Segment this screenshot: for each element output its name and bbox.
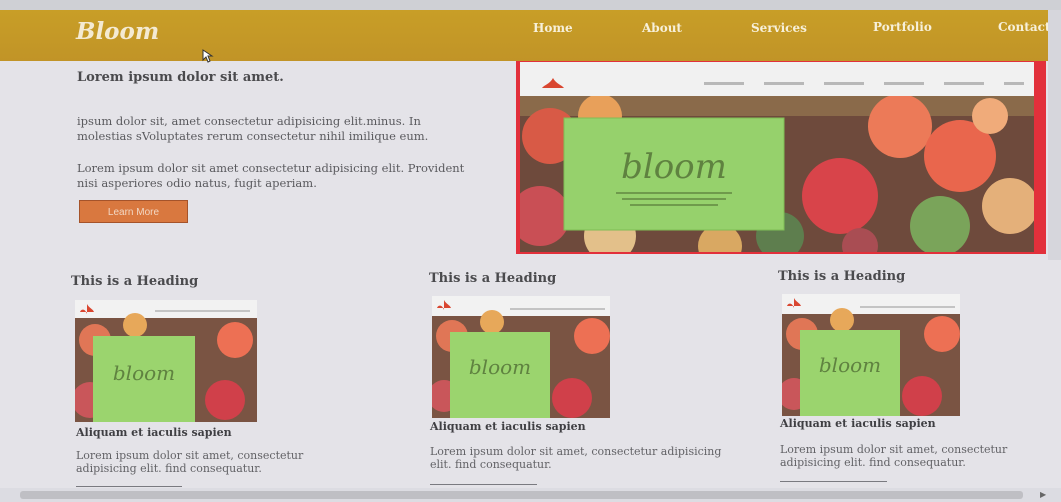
card-text: Lorem ipsum dolor sit amet, consectetur …	[780, 443, 1008, 469]
card-image-wordmark: bloom	[469, 355, 531, 379]
card-subheading: Aliquam et iaculis sapien	[430, 420, 586, 433]
flower-logo-icon	[542, 78, 564, 88]
flowers-image: bloom	[75, 300, 257, 422]
scroll-right-arrow-icon[interactable]: ▶	[1040, 490, 1046, 499]
flowers-image: bloom	[520, 96, 1034, 252]
card-divider	[76, 486, 182, 487]
mock-nav-links	[704, 82, 1024, 85]
nav-about[interactable]: About	[642, 21, 682, 35]
hero-paragraph: ipsum dolor sit, amet consectetur adipis…	[77, 114, 429, 143]
mouse-cursor-icon	[202, 49, 214, 63]
flowers-image: bloom	[432, 296, 610, 418]
navbar: Bloom Home About Services Portfolio Cont…	[0, 10, 1050, 61]
card-text: Lorem ipsum dolor sit amet, consectetur …	[430, 445, 722, 471]
horizontal-scrollbar[interactable]: ▶	[0, 488, 1061, 502]
card-thumbnail: bloom	[75, 300, 257, 422]
mock-nav-bar	[520, 62, 1034, 96]
nav-home[interactable]: Home	[533, 21, 573, 35]
nav-services[interactable]: Services	[751, 21, 807, 35]
hero-image-wordmark: bloom	[621, 147, 727, 187]
learn-more-button[interactable]: Learn More	[79, 200, 188, 223]
card-divider	[780, 481, 887, 482]
card-heading: This is a Heading	[71, 274, 199, 289]
card-text: Lorem ipsum dolor sit amet, consectetur …	[76, 449, 304, 475]
card-thumbnail: bloom	[782, 294, 960, 416]
scrollbar-thumb[interactable]	[20, 491, 1023, 499]
hero-paragraph: Lorem ipsum dolor sit amet consectetur a…	[77, 161, 465, 190]
flowers-image: bloom	[782, 294, 960, 416]
card-divider	[430, 484, 537, 485]
card-heading: This is a Heading	[429, 271, 557, 286]
card-thumbnail: bloom	[432, 296, 610, 418]
card-image-wordmark: bloom	[113, 361, 175, 385]
nav-portfolio[interactable]: Portfolio	[873, 20, 932, 34]
window-edge	[1048, 10, 1061, 260]
hero-title: Lorem ipsum dolor sit amet.	[77, 70, 284, 85]
card-heading: This is a Heading	[778, 269, 906, 284]
card-image-wordmark: bloom	[819, 353, 881, 377]
browser-top-strip	[0, 0, 1061, 10]
site-logo[interactable]: Bloom	[76, 18, 159, 45]
card-subheading: Aliquam et iaculis sapien	[780, 417, 936, 430]
nav-contact[interactable]: Contact	[998, 20, 1050, 34]
card-subheading: Aliquam et iaculis sapien	[76, 426, 232, 439]
hero-image: bloom	[520, 62, 1034, 252]
